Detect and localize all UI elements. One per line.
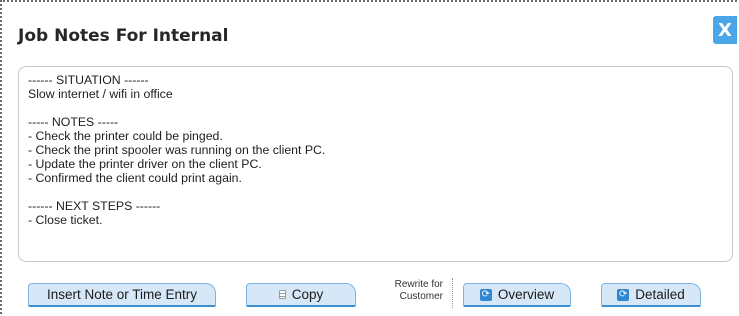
rewrite-line-2: Customer — [399, 291, 443, 302]
copy-button[interactable]: Copy — [246, 283, 356, 307]
notes-line: - Update the printer driver on the clien… — [28, 157, 262, 171]
notes-line: - Check the print spooler was running on… — [28, 143, 326, 157]
dialog-title: Job Notes For Internal — [18, 26, 229, 46]
detailed-label: Detailed — [635, 287, 685, 302]
notes-line: Slow internet / wifi in office — [28, 87, 173, 101]
notes-line: ------ NEXT STEPS ------ — [28, 199, 161, 213]
rewrite-line-1: Rewrite for — [394, 279, 443, 290]
notes-line — [28, 101, 723, 115]
document-icon — [278, 290, 286, 299]
refresh-icon: ⟳ — [617, 288, 630, 301]
insert-note-label: Insert Note or Time Entry — [46, 287, 198, 302]
notes-line: - Close ticket. — [28, 213, 103, 227]
overview-label: Overview — [497, 287, 555, 302]
detailed-button[interactable]: ⟳ Detailed — [601, 283, 701, 307]
insert-note-button[interactable]: Insert Note or Time Entry — [28, 283, 216, 307]
notes-line — [28, 185, 723, 199]
notes-line: ----- NOTES ----- — [28, 115, 119, 129]
overview-button[interactable]: ⟳ Overview — [463, 283, 571, 307]
notes-textarea[interactable]: ------ SITUATION ------ Slow internet / … — [18, 66, 733, 262]
close-button[interactable]: X — [713, 16, 737, 44]
notes-line: - Check the printer could be pinged. — [28, 129, 223, 143]
job-notes-dialog: Job Notes For Internal X ------ SITUATIO… — [0, 0, 737, 314]
rewrite-for-customer-label: Rewrite for Customer — [381, 279, 443, 303]
refresh-icon: ⟳ — [479, 288, 492, 301]
copy-label: Copy — [291, 287, 324, 302]
notes-line: - Confirmed the client could print again… — [28, 171, 242, 185]
toolbar-divider — [452, 278, 453, 308]
notes-line: ------ SITUATION ------ — [28, 73, 149, 87]
